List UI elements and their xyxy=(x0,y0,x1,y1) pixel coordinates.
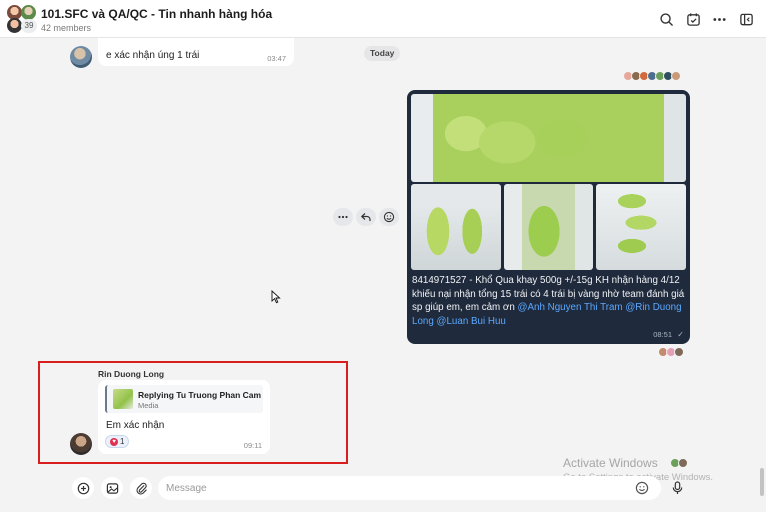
react-button[interactable] xyxy=(379,208,399,226)
emoji-icon[interactable] xyxy=(635,481,649,495)
sidebar-icon xyxy=(739,13,753,25)
image-icon xyxy=(106,482,118,494)
microphone-icon xyxy=(672,481,682,494)
message-input[interactable] xyxy=(158,476,661,500)
message-time: 09:11 xyxy=(243,441,262,450)
scrollbar-thumb[interactable] xyxy=(760,468,764,496)
seen-by-avatars[interactable] xyxy=(658,347,684,357)
typing-avatars xyxy=(670,458,688,468)
more-button[interactable] xyxy=(710,10,728,28)
message-text: e xác nhận úng 1 trái xyxy=(106,50,200,61)
chat-title[interactable]: 101.SFC và QA/QC - Tin nhanh hàng hóa xyxy=(41,7,272,21)
task-button[interactable] xyxy=(684,10,702,28)
photo-2[interactable] xyxy=(411,184,501,270)
message-time: 08:51 xyxy=(653,330,672,339)
quote-thumbnail xyxy=(113,389,133,409)
reaction-badge[interactable]: ♥ 1 xyxy=(105,435,130,448)
scrollbar[interactable] xyxy=(758,38,766,512)
plus-circle-icon xyxy=(77,482,89,494)
mouse-cursor-icon xyxy=(271,290,281,304)
reply-icon xyxy=(360,213,371,221)
message-time: 03:47 xyxy=(267,54,286,63)
media-message[interactable]: 8414971527 - Khổ Qua khay 500g +/-15g KH… xyxy=(407,90,690,344)
sender-avatar[interactable] xyxy=(70,46,92,68)
seen-by-avatars[interactable] xyxy=(623,71,681,81)
mention-link[interactable]: @Anh Nguyen Thi Tram xyxy=(518,302,623,313)
toggle-sidebar-button[interactable] xyxy=(737,10,755,28)
search-icon xyxy=(659,12,673,26)
more-horizontal-icon xyxy=(338,215,348,219)
avatar-count: 39 xyxy=(21,19,37,33)
more-actions-button[interactable] xyxy=(333,208,353,226)
sender-avatar[interactable] xyxy=(70,433,92,455)
reply-quote[interactable]: Replying Tu Truong Phan Cam Media xyxy=(105,385,263,413)
group-avatar[interactable]: 39 xyxy=(7,5,37,33)
emoji-icon xyxy=(383,211,395,223)
sent-check-icon: ✓ xyxy=(677,330,684,339)
seen-avatar xyxy=(674,347,684,357)
image-button[interactable] xyxy=(101,477,123,499)
more-horizontal-icon xyxy=(712,17,726,21)
quote-title: Replying Tu Truong Phan Cam xyxy=(138,390,262,400)
message-actions xyxy=(333,208,399,226)
heart-icon: ♥ xyxy=(110,437,118,446)
search-button[interactable] xyxy=(657,10,675,28)
quote-subtitle: Media xyxy=(138,401,159,410)
member-avatar xyxy=(7,18,22,33)
attach-button[interactable] xyxy=(130,477,152,499)
photo-3[interactable] xyxy=(504,184,593,270)
day-separator: Today xyxy=(364,46,401,61)
voice-button[interactable] xyxy=(666,477,688,499)
member-count[interactable]: 42 members xyxy=(41,23,91,33)
reply-button[interactable] xyxy=(356,208,376,226)
member-avatar xyxy=(21,5,36,20)
photo-4[interactable] xyxy=(596,184,686,270)
photo-1[interactable] xyxy=(411,94,686,182)
calendar-check-icon xyxy=(686,12,700,26)
typing-avatar xyxy=(678,458,688,468)
watermark-title: Activate Windows xyxy=(563,456,658,470)
sender-name[interactable]: Rin Duong Long xyxy=(98,369,164,379)
message-bubble[interactable]: Replying Tu Truong Phan Cam Media Em xác… xyxy=(98,380,270,454)
seen-avatar xyxy=(671,71,681,81)
reaction-count: 1 xyxy=(120,437,125,446)
media-caption: 8414971527 - Khổ Qua khay 500g +/-15g KH… xyxy=(412,274,686,328)
paperclip-icon xyxy=(136,482,147,494)
mention-link[interactable]: @Luan Bui Huu xyxy=(437,316,506,327)
message-bubble[interactable]: e xác nhận úng 1 trái 03:47 xyxy=(98,38,294,66)
message-text: Em xác nhận xyxy=(106,420,165,431)
chat-header: 39 101.SFC và QA/QC - Tin nhanh hàng hóa… xyxy=(0,0,766,38)
add-button[interactable] xyxy=(72,477,94,499)
